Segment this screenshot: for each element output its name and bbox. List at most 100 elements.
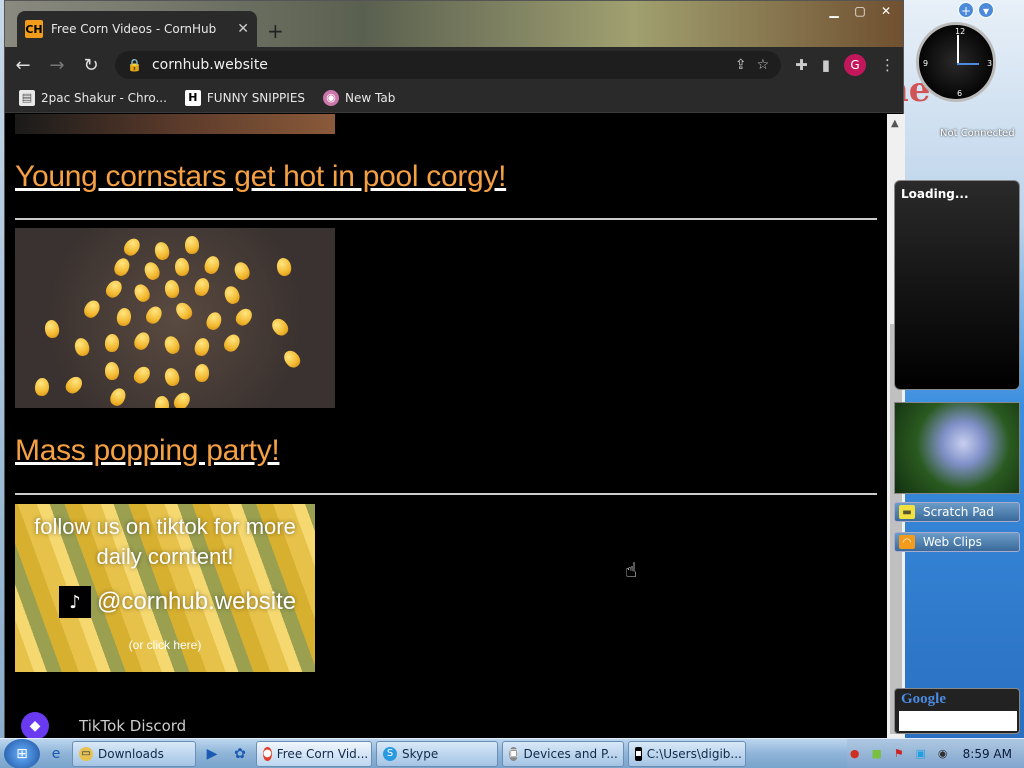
devices-icon: ▣ — [509, 746, 519, 761]
clock-gadget[interactable]: 12 3 6 9 — [916, 22, 996, 102]
start-button[interactable]: ⊞ — [4, 738, 40, 768]
corn-kernel — [115, 307, 133, 327]
bookmark-label: FUNNY SNIPPIES — [206, 90, 306, 105]
taskbar: ⊞ e ▭ Downloads ▶ ✿ ● Free Corn Vid... S… — [0, 738, 1024, 768]
taskbar-item-devices[interactable]: ▣ Devices and P... — [502, 740, 624, 767]
taskbar-item-downloads[interactable]: ▭ Downloads — [72, 740, 196, 767]
web-clips-label: Web Clips — [923, 535, 982, 549]
address-bar[interactable]: 🔒 cornhub.website ⇪ ☆ — [115, 51, 782, 79]
corn-kernel — [72, 336, 92, 358]
new-tab-button[interactable]: + — [267, 19, 284, 43]
taskbar-label: Devices and P... — [523, 746, 618, 761]
bookmark-star-icon[interactable]: ☆ — [757, 57, 770, 73]
tab-title: Free Corn Videos - CornHub — [51, 22, 217, 36]
discord-icon[interactable]: ◆ — [21, 712, 49, 739]
corn-kernel — [170, 389, 194, 408]
network-tray-icon[interactable]: ▣ — [913, 746, 929, 762]
forward-arrow-icon[interactable]: → — [47, 55, 67, 76]
loading-text: Loading... — [901, 187, 969, 201]
divider — [15, 493, 877, 495]
clock-minute-hand — [957, 63, 979, 65]
corn-kernel — [202, 254, 222, 276]
extensions-puzzle-icon[interactable]: ✚ — [795, 56, 808, 74]
taskbar-label: C:\Users\digib... — [646, 746, 742, 761]
corn-kernel — [121, 235, 143, 259]
corn-kernel — [174, 257, 190, 277]
divider — [15, 218, 877, 220]
side-panel-icon[interactable]: ▮ — [822, 56, 830, 74]
bookmark-item-2pac[interactable]: ▤ 2pac Shakur - Chro... — [19, 89, 167, 106]
corn-kernel — [131, 329, 153, 353]
minimize-button[interactable]: ▁ — [823, 3, 845, 19]
corn-kernel — [192, 336, 212, 358]
taskbar-label: Downloads — [98, 746, 164, 761]
reload-icon[interactable]: ↻ — [81, 55, 101, 76]
back-arrow-icon[interactable]: ← — [13, 55, 33, 76]
corn-kernel — [163, 279, 181, 299]
browser-toolbar: ← → ↻ 🔒 cornhub.website ⇪ ☆ ✚ ▮ G ⋮ — [5, 47, 903, 83]
google-search-input[interactable] — [899, 711, 1017, 731]
corn-kernel — [162, 334, 182, 356]
url-text[interactable]: cornhub.website — [152, 57, 725, 73]
loading-gadget[interactable]: Loading... — [894, 180, 1020, 390]
scratch-pad-label: Scratch Pad — [923, 505, 994, 519]
taskbar-item-skype[interactable]: S Skype — [376, 740, 498, 767]
tiktok-icon: ♪ — [59, 586, 91, 618]
bookmarks-bar: ▤ 2pac Shakur - Chro... H FUNNY SNIPPIES… — [5, 83, 903, 113]
browser-tab[interactable]: CH Free Corn Videos - CornHub ✕ — [17, 11, 257, 47]
h-icon: H — [184, 89, 201, 106]
taskbar-item-cmd[interactable]: ▪ C:\Users\digib... — [628, 740, 746, 767]
post-thumbnail-partial[interactable] — [15, 114, 335, 134]
corn-kernel — [104, 361, 120, 381]
clock-numeral: 3 — [987, 59, 993, 68]
flag-tray-icon[interactable]: ⚑ — [891, 746, 907, 762]
taskbar-item-chrome[interactable]: ● Free Corn Vid... — [256, 740, 372, 767]
footer-text[interactable]: TikTok Discord — [79, 717, 186, 735]
corn-kernel — [221, 331, 243, 355]
corn-kernel — [43, 319, 61, 339]
promo-line-1: follow us on tiktok for more — [34, 514, 296, 539]
post-title-link-1[interactable]: Young cornstars get hot in pool corgy! — [15, 160, 506, 194]
bookmark-item-new-tab[interactable]: ◉ New Tab — [323, 89, 395, 106]
maximize-button[interactable]: ▢ — [849, 3, 871, 19]
corn-kernel — [204, 310, 224, 332]
add-gadget-icon[interactable]: + — [958, 2, 974, 18]
close-tab-icon[interactable]: ✕ — [237, 21, 249, 37]
corn-kernel — [280, 347, 304, 371]
clock-time[interactable]: 8:59 AM — [957, 747, 1018, 761]
rss-icon: ◠ — [899, 535, 915, 549]
corn-kernel — [153, 240, 171, 262]
app-tray-icon[interactable]: ■ — [869, 746, 885, 762]
internet-explorer-icon[interactable]: e — [44, 743, 68, 765]
post-title-link-2[interactable]: Mass popping party! — [15, 434, 280, 468]
promo-click-here[interactable]: (or click here) — [15, 638, 315, 652]
page-content: Young cornstars get hot in pool corgy! M… — [5, 114, 887, 739]
scratch-pad-gadget[interactable]: ▬ Scratch Pad — [894, 502, 1020, 522]
web-clips-gadget[interactable]: ◠ Web Clips — [894, 532, 1020, 552]
chrome-tray-icon[interactable]: ● — [847, 746, 863, 762]
lock-icon[interactable]: 🔒 — [127, 58, 142, 72]
share-icon[interactable]: ⇪ — [735, 57, 747, 73]
slideshow-gadget[interactable] — [894, 402, 1020, 494]
corn-kernels-thumbnail[interactable] — [15, 228, 335, 408]
page-icon: ▤ — [19, 89, 35, 106]
corn-kernel — [222, 284, 242, 306]
media-player-icon[interactable]: ▶ — [200, 743, 224, 765]
tiktok-promo-banner[interactable]: follow us on tiktok for more daily cornt… — [15, 504, 315, 672]
corn-kernel — [162, 366, 182, 388]
bookmark-label: 2pac Shakur - Chro... — [41, 90, 167, 105]
corn-kernel — [143, 303, 165, 327]
gadget-menu-icon[interactable]: ▾ — [978, 2, 994, 18]
corn-kernel — [103, 277, 125, 301]
corn-kernel — [194, 363, 210, 383]
gadget-controls: + ▾ — [958, 2, 994, 18]
corn-kernel — [131, 281, 153, 305]
promo-handle-row: ♪ @cornhub.website — [59, 586, 296, 618]
corn-kernel — [154, 395, 170, 408]
profile-avatar[interactable]: G — [844, 54, 866, 76]
corn-kernel — [275, 256, 293, 278]
app-icon[interactable]: ✿ — [228, 743, 252, 765]
volume-tray-icon[interactable]: ◉ — [935, 746, 951, 762]
corn-kernel — [111, 255, 133, 279]
bookmark-item-funny-snippies[interactable]: H FUNNY SNIPPIES — [184, 89, 306, 106]
